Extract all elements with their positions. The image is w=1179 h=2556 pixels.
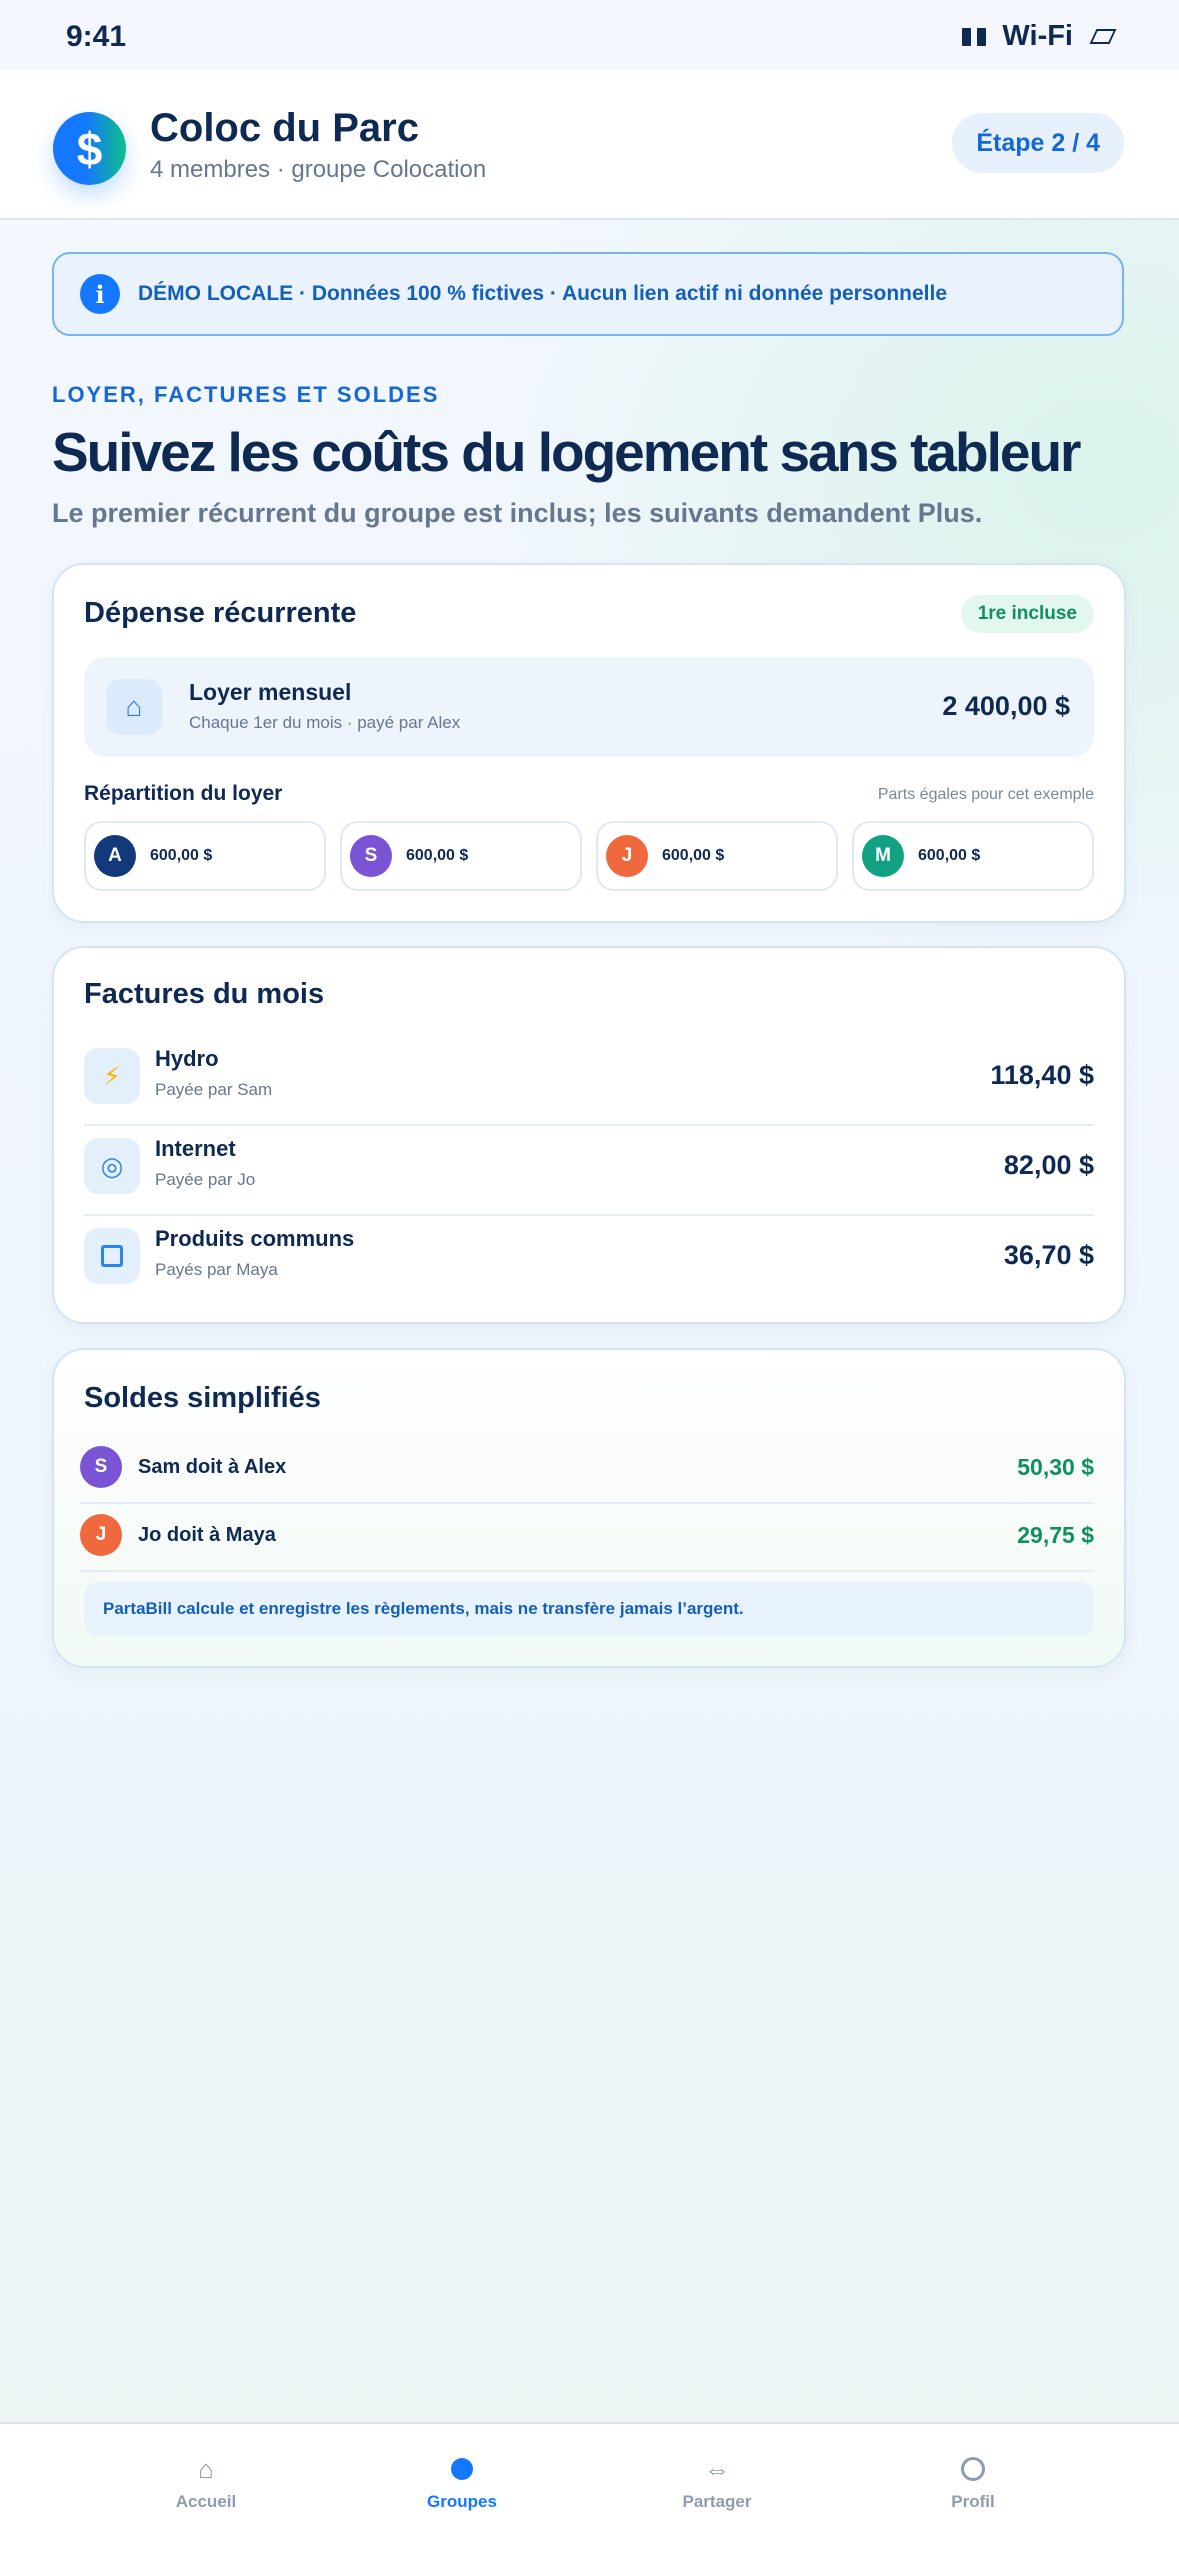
balance-text: Sam doit à Alex: [138, 1456, 287, 1478]
wifi-icon: ◎: [84, 1138, 140, 1194]
app-logo-icon: $: [53, 112, 126, 185]
balance-amount: 29,75 $: [1017, 1522, 1094, 1548]
rent-meta: Chaque 1er du mois · payé par Alex: [189, 713, 461, 732]
settlement-note: PartaBill calcule et enregistre les règl…: [84, 1582, 1094, 1636]
avatar: J: [606, 835, 648, 877]
demo-banner-text: DÉMO LOCALE · Données 100 % fictives · A…: [138, 282, 948, 305]
bottom-nav: ⌂ Accueil Groupes ⇔ Partager Profil: [0, 2422, 1179, 2556]
bolt-icon: ⚡: [84, 1048, 140, 1104]
avatar: S: [350, 835, 392, 877]
bill-payer: Payée par Jo: [155, 1170, 256, 1189]
bill-name: Produits communs: [155, 1226, 355, 1251]
nav-label: Profil: [951, 2492, 995, 2511]
member-share-chip[interactable]: J 600,00 $: [596, 821, 838, 891]
share-arrows-icon: ⇔: [704, 2453, 730, 2484]
status-time: 9:41: [66, 20, 127, 53]
status-bar: 9:41 Wi-Fi: [0, 0, 1179, 70]
groups-dot-icon: [451, 2452, 473, 2486]
status-indicators: Wi-Fi: [962, 20, 1117, 53]
group-title: Coloc du Parc: [150, 106, 419, 150]
included-badge: 1re incluse: [960, 595, 1094, 633]
bill-name: Hydro: [155, 1046, 219, 1071]
balance-row[interactable]: S Sam doit à Alex 50,30 $: [80, 1434, 1094, 1504]
member-share-amount: 600,00 $: [406, 847, 469, 864]
settlement-note-text: PartaBill calcule et enregistre les règl…: [103, 1599, 744, 1618]
rent-amount: 2 400,00 $: [942, 691, 1070, 721]
member-share-chip[interactable]: S 600,00 $: [340, 821, 582, 891]
bill-name: Internet: [155, 1136, 236, 1161]
nav-item-groupes[interactable]: Groupes: [382, 2452, 542, 2512]
page-title: Suivez les coûts du logement sans tableu…: [52, 421, 1081, 483]
nav-label: Partager: [682, 2492, 752, 2511]
member-share-amount: 600,00 $: [662, 847, 725, 864]
member-share-chip[interactable]: M 600,00 $: [852, 821, 1094, 891]
signal-icon: [962, 27, 987, 46]
split-label: Répartition du loyer: [84, 782, 283, 805]
recurring-expense-card: Dépense récurrente 1re incluse ⌂ Loyer m…: [52, 563, 1126, 923]
step-badge: Étape 2 / 4: [952, 113, 1124, 173]
balance-amount: 50,30 $: [1017, 1454, 1094, 1480]
app-header: $ Coloc du Parc 4 membres · groupe Coloc…: [0, 70, 1179, 220]
member-share-chip[interactable]: A 600,00 $: [84, 821, 326, 891]
balances-card-title: Soldes simplifiés: [84, 1382, 321, 1414]
avatar: A: [94, 835, 136, 877]
bill-row-hydro[interactable]: ⚡ Hydro Payée par Sam 118,40 $: [84, 1034, 1094, 1126]
bill-row-supplies[interactable]: Produits communs Payés par Maya 36,70 $: [84, 1214, 1094, 1304]
avatar: M: [862, 835, 904, 877]
bill-amount: 118,40 $: [990, 1060, 1094, 1090]
nav-item-partager[interactable]: ⇔ Partager: [637, 2452, 797, 2512]
group-subtitle: 4 membres · groupe Colocation: [150, 156, 487, 183]
box-icon: [84, 1228, 140, 1284]
network-label: Wi-Fi: [1002, 20, 1073, 52]
bill-amount: 82,00 $: [1003, 1150, 1094, 1180]
avatar: J: [80, 1514, 122, 1556]
bills-card-title: Factures du mois: [84, 978, 325, 1010]
member-share-amount: 600,00 $: [150, 847, 213, 864]
demo-banner: i DÉMO LOCALE · Données 100 % fictives ·…: [52, 252, 1124, 336]
section-eyebrow: LOYER, FACTURES ET SOLDES: [52, 382, 440, 407]
split-note: Parts égales pour cet exemple: [877, 786, 1094, 803]
nav-item-accueil[interactable]: ⌂ Accueil: [126, 2452, 286, 2512]
rent-item[interactable]: ⌂ Loyer mensuel Chaque 1er du mois · pay…: [84, 657, 1094, 757]
battery-icon: [1089, 29, 1117, 44]
monthly-bills-card: Factures du mois ⚡ Hydro Payée par Sam 1…: [52, 946, 1126, 1324]
rent-name: Loyer mensuel: [189, 679, 352, 705]
info-icon: i: [80, 274, 120, 314]
member-share-amount: 600,00 $: [918, 847, 981, 864]
nav-item-profil[interactable]: Profil: [893, 2452, 1053, 2512]
bill-row-internet[interactable]: ◎ Internet Payée par Jo 82,00 $: [84, 1124, 1094, 1216]
home-icon: ⌂: [106, 679, 162, 735]
simplified-balances-card: Soldes simplifiés S Sam doit à Alex 50,3…: [52, 1348, 1126, 1668]
bill-payer: Payée par Sam: [155, 1080, 273, 1099]
recurring-card-title: Dépense récurrente: [84, 597, 357, 629]
nav-label: Groupes: [427, 2492, 497, 2511]
bill-payer: Payés par Maya: [155, 1260, 278, 1279]
nav-label: Accueil: [175, 2492, 237, 2511]
home-icon: ⌂: [198, 2453, 214, 2484]
profile-circle-icon: [961, 2452, 985, 2486]
balance-row[interactable]: J Jo doit à Maya 29,75 $: [80, 1502, 1094, 1572]
page-subtitle: Le premier récurrent du groupe est inclu…: [52, 498, 983, 528]
balance-text: Jo doit à Maya: [138, 1524, 276, 1546]
bill-amount: 36,70 $: [1003, 1240, 1094, 1270]
avatar: S: [80, 1446, 122, 1488]
